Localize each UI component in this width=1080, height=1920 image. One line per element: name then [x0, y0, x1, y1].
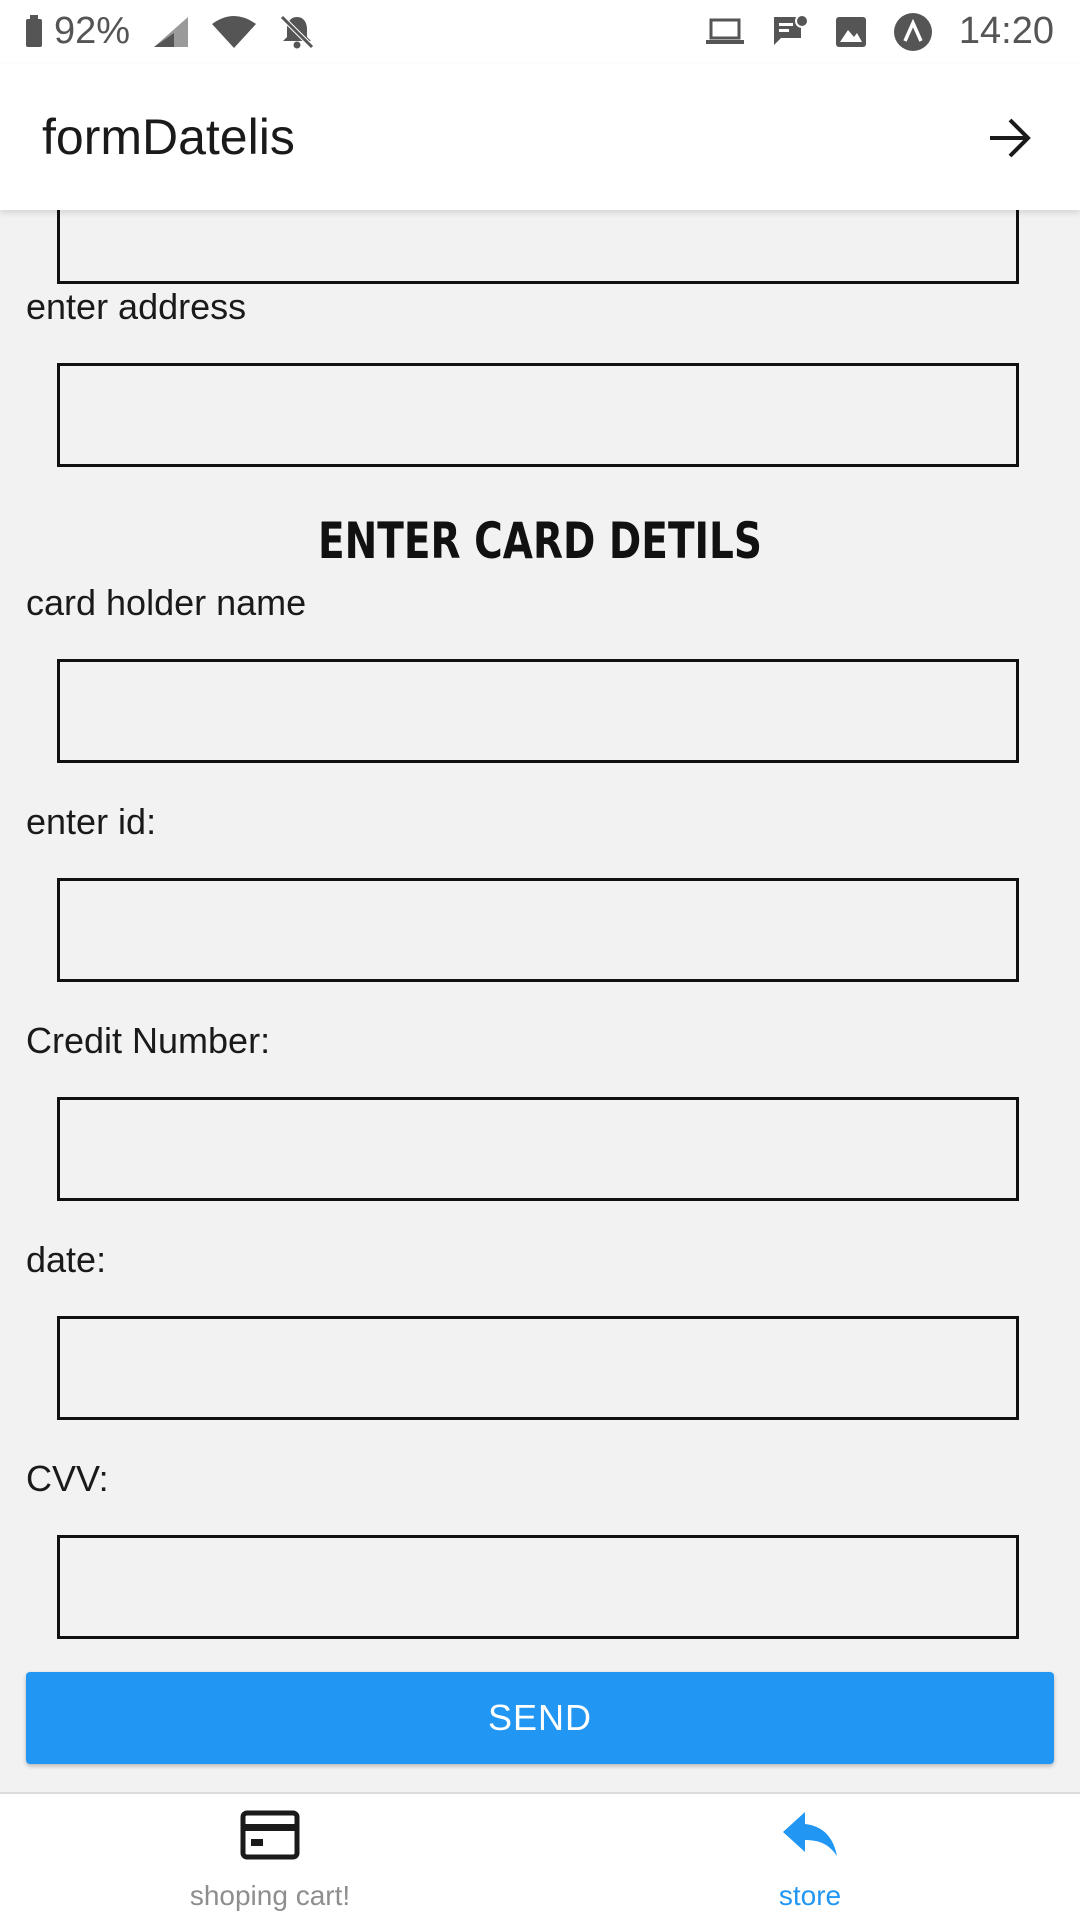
tab-shopping-cart[interactable]: shoping cart!: [0, 1794, 540, 1920]
id-field[interactable]: [57, 878, 1019, 982]
cvv-label: CVV:: [26, 1458, 109, 1499]
credit-number-label: Credit Number:: [26, 1020, 271, 1061]
address-field[interactable]: [57, 363, 1019, 467]
clock: 14:20: [958, 10, 1054, 52]
notifications-off-icon: [278, 13, 316, 51]
wifi-icon: [210, 14, 258, 50]
reply-icon: [781, 1810, 839, 1865]
tab-store[interactable]: store: [540, 1794, 1080, 1920]
battery-percent: 92%: [54, 10, 131, 52]
bottom-tab-bar: shoping cart! store: [0, 1792, 1080, 1920]
id-label: enter id:: [26, 801, 157, 842]
date-label: date:: [26, 1239, 107, 1280]
address-input[interactable]: [60, 366, 1016, 464]
app-icon: [893, 12, 933, 52]
previous-field[interactable]: [57, 210, 1019, 284]
id-input[interactable]: [60, 881, 1016, 979]
card-holder-label: card holder name: [26, 582, 307, 623]
section-title: ENTER CARD DETILS: [318, 512, 762, 570]
message-icon: [771, 13, 809, 50]
card-holder-field[interactable]: [57, 659, 1019, 763]
date-field[interactable]: [57, 1316, 1019, 1420]
page-title: formDatelis: [42, 109, 295, 165]
tab-label-shopping-cart: shoping cart!: [189, 1880, 351, 1911]
credit-number-field[interactable]: [57, 1097, 1019, 1201]
previous-input[interactable]: [60, 210, 1016, 281]
send-button[interactable]: SEND: [26, 1672, 1054, 1764]
image-icon: [835, 16, 867, 48]
cell-signal-icon: [152, 15, 190, 49]
card-holder-input[interactable]: [60, 662, 1016, 760]
credit-number-input[interactable]: [60, 1100, 1016, 1198]
address-label: enter address: [26, 286, 247, 327]
app-bar: formDatelis: [0, 64, 1080, 210]
status-bar: 92% 14:20: [0, 0, 1080, 64]
tab-label-store: store: [778, 1880, 842, 1911]
cvv-input[interactable]: [60, 1538, 1016, 1636]
forward-button[interactable]: [980, 108, 1040, 168]
credit-card-icon: [240, 1810, 300, 1865]
arrow-forward-icon: [990, 118, 1031, 158]
laptop-icon: [705, 16, 745, 48]
form-content[interactable]: enter address ENTER CARD DETILS card hol…: [0, 210, 1080, 1792]
send-button-label: SEND: [487, 1697, 593, 1738]
cvv-field[interactable]: [57, 1535, 1019, 1639]
battery-icon: [24, 14, 44, 49]
date-input[interactable]: [60, 1319, 1016, 1417]
